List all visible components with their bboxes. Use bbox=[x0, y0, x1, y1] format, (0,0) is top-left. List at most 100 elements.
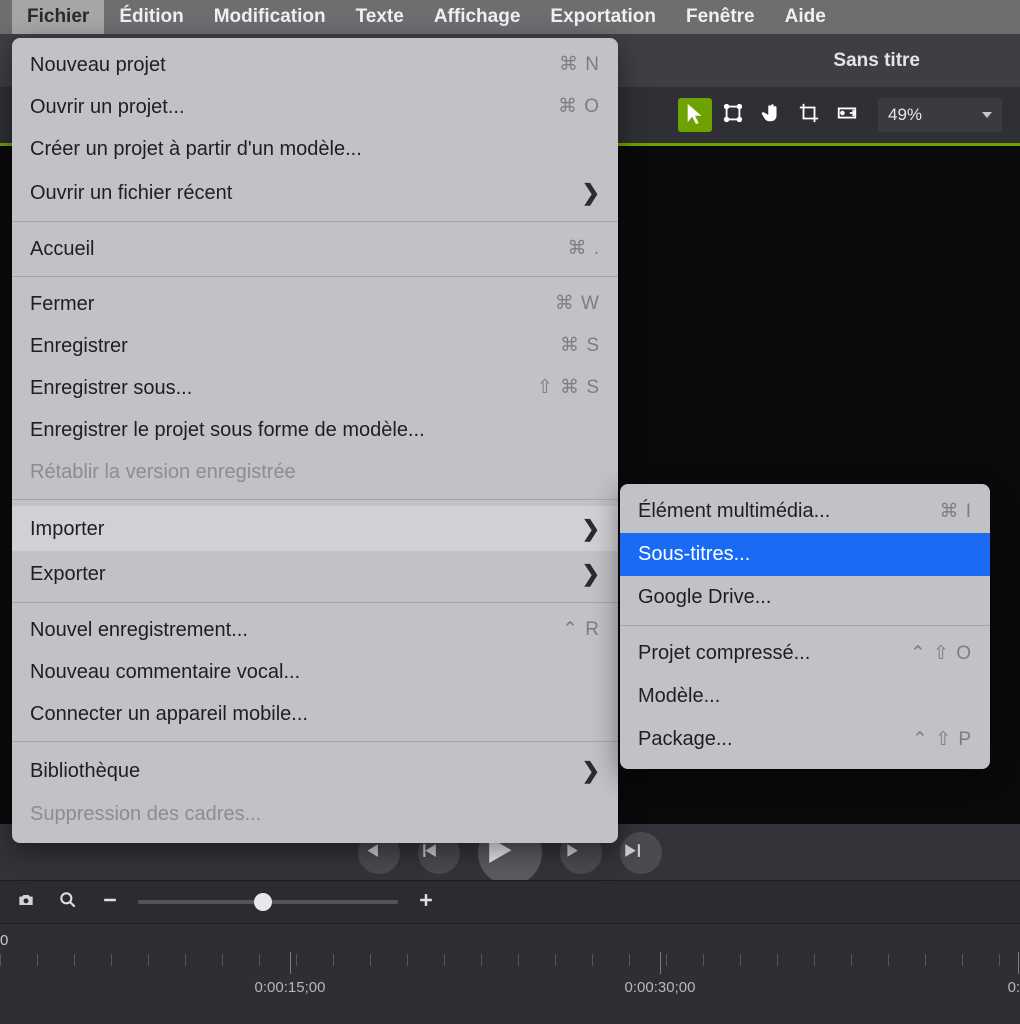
menu-item-r-tablir-la-version-enregistr-e: Rétablir la version enregistrée bbox=[12, 451, 618, 493]
menu-fenetre[interactable]: Fenêtre bbox=[671, 0, 770, 34]
camera-icon bbox=[16, 890, 36, 915]
submenu-item-label: Package... bbox=[638, 724, 733, 755]
submenu-item-l-ment-multim-dia[interactable]: Élément multimédia... ⌘ I bbox=[620, 490, 990, 533]
menu-edition[interactable]: Édition bbox=[104, 0, 198, 34]
menu-item-nouveau-projet[interactable]: Nouveau projet ⌘ N bbox=[12, 44, 618, 86]
menu-item-ouvrir-un-fichier-r-cent[interactable]: Ouvrir un fichier récent❯ bbox=[12, 170, 618, 215]
menu-item-label: Exporter bbox=[30, 559, 106, 589]
submenu-item-shortcut: ⌘ I bbox=[939, 497, 972, 526]
ruler-tick-minor bbox=[925, 954, 926, 966]
timeline-zoom-slider[interactable] bbox=[138, 900, 398, 904]
hand-icon bbox=[760, 102, 782, 129]
menu-item-enregistrer[interactable]: Enregistrer⌘ S bbox=[12, 325, 618, 367]
slider-thumb[interactable] bbox=[254, 893, 272, 911]
timeline-ruler[interactable]: 0 0:00:15;000:00:30;000:0 bbox=[0, 924, 1020, 1024]
submenu-item-label: Modèle... bbox=[638, 681, 720, 712]
bounding-box-icon bbox=[722, 102, 744, 129]
ruler-tick-minor bbox=[518, 954, 519, 966]
menu-item-nouvel-enregistrement[interactable]: Nouvel enregistrement...⌃ R bbox=[12, 609, 618, 651]
zoom-search-button[interactable] bbox=[54, 888, 82, 916]
submenu-item-mod-le[interactable]: Modèle... bbox=[620, 675, 990, 718]
menu-item-connecter-un-appareil-mobile[interactable]: Connecter un appareil mobile... bbox=[12, 693, 618, 735]
zoom-in-button[interactable] bbox=[412, 888, 440, 916]
ruler-tick-major bbox=[290, 952, 291, 974]
bounding-box-tool[interactable] bbox=[716, 98, 750, 132]
menu-affichage[interactable]: Affichage bbox=[419, 0, 536, 34]
menu-item-shortcut: ⌘ N bbox=[559, 51, 600, 80]
menu-item-enregistrer-le-projet-sous-forme-de-mod-le[interactable]: Enregistrer le projet sous forme de modè… bbox=[12, 409, 618, 451]
motion-tool[interactable] bbox=[830, 98, 864, 132]
menu-separator bbox=[620, 625, 990, 626]
menu-item-label: Nouveau projet bbox=[30, 50, 166, 80]
menu-separator bbox=[12, 276, 618, 277]
ruler-tick-minor bbox=[407, 954, 408, 966]
ruler-tick-minor bbox=[444, 954, 445, 966]
menubar: Fichier Édition Modification Texte Affic… bbox=[0, 0, 1020, 34]
ruler-tick-minor bbox=[888, 954, 889, 966]
minus-icon bbox=[100, 890, 120, 915]
ruler-tick-minor bbox=[333, 954, 334, 966]
menu-item-importer[interactable]: Importer❯ bbox=[12, 506, 618, 551]
menu-item-label: Rétablir la version enregistrée bbox=[30, 457, 296, 487]
zoom-select[interactable]: 49% bbox=[878, 98, 1002, 132]
hand-tool[interactable] bbox=[754, 98, 788, 132]
ruler-tick-minor bbox=[74, 954, 75, 966]
submenu-item-sous-titres[interactable]: Sous-titres... bbox=[620, 533, 990, 576]
menu-item-label: Ouvrir un projet... bbox=[30, 92, 185, 122]
file-menu-dropdown: Nouveau projet⌘ NOuvrir un projet...⌘ OC… bbox=[12, 38, 618, 843]
submenu-item-label: Élément multimédia... bbox=[638, 496, 830, 527]
ruler-tick-minor bbox=[296, 954, 297, 966]
menu-item-label: Nouvel enregistrement... bbox=[30, 615, 248, 645]
menu-texte[interactable]: Texte bbox=[341, 0, 419, 34]
crop-tool[interactable] bbox=[792, 98, 826, 132]
menu-item-shortcut: ⌘ S bbox=[560, 332, 600, 361]
menu-aide[interactable]: Aide bbox=[770, 0, 841, 34]
submenu-item-shortcut: ⌃ ⇧ O bbox=[910, 639, 972, 668]
submenu-item-projet-compress[interactable]: Projet compressé...⌃ ⇧ O bbox=[620, 632, 990, 675]
menu-item-exporter[interactable]: Exporter❯ bbox=[12, 551, 618, 596]
crop-icon bbox=[798, 102, 820, 129]
submenu-item-package[interactable]: Package...⌃ ⇧ P bbox=[620, 718, 990, 761]
menu-item-label: Enregistrer sous... bbox=[30, 373, 192, 403]
submenu-item-label: Google Drive... bbox=[638, 582, 771, 613]
menu-item-label: Suppression des cadres... bbox=[30, 799, 261, 829]
ruler-tick-major bbox=[660, 952, 661, 974]
menu-item-ouvrir-un-projet[interactable]: Ouvrir un projet...⌘ O bbox=[12, 86, 618, 128]
submenu-item-google-drive[interactable]: Google Drive... bbox=[620, 576, 990, 619]
ruler-tick-minor bbox=[777, 954, 778, 966]
ruler-tick-minor bbox=[0, 954, 1, 966]
menu-modification[interactable]: Modification bbox=[199, 0, 341, 34]
ruler-tick-minor bbox=[999, 954, 1000, 966]
menu-item-shortcut: ⌘ W bbox=[555, 290, 600, 319]
ruler-tick-minor bbox=[222, 954, 223, 966]
plus-icon bbox=[416, 890, 436, 915]
menu-item-cr-er-un-projet-partir-d-un-mod-le[interactable]: Créer un projet à partir d'un modèle... bbox=[12, 128, 618, 170]
chevron-right-icon: ❯ bbox=[582, 754, 600, 787]
ruler-tick-minor bbox=[740, 954, 741, 966]
dropdown-triangle-icon bbox=[982, 112, 992, 118]
timeline-toolbar bbox=[0, 880, 1020, 924]
ruler-tick-minor bbox=[555, 954, 556, 966]
camera-button[interactable] bbox=[12, 888, 40, 916]
next-clip-button[interactable] bbox=[620, 832, 662, 874]
selection-tool[interactable] bbox=[678, 98, 712, 132]
ruler-tick-minor bbox=[592, 954, 593, 966]
ruler-tick-label: 0:00:15;00 bbox=[255, 979, 326, 996]
menu-exportation[interactable]: Exportation bbox=[535, 0, 671, 34]
ruler-tick-major bbox=[1018, 952, 1019, 974]
menu-item-nouveau-commentaire-vocal[interactable]: Nouveau commentaire vocal... bbox=[12, 651, 618, 693]
menu-item-fermer[interactable]: Fermer ⌘ W bbox=[12, 283, 618, 325]
menu-fichier[interactable]: Fichier bbox=[12, 0, 104, 34]
menu-item-enregistrer-sous[interactable]: Enregistrer sous...⇧ ⌘ S bbox=[12, 367, 618, 409]
menu-item-accueil[interactable]: Accueil⌘ . bbox=[12, 228, 618, 270]
menu-item-biblioth-que[interactable]: Bibliothèque❯ bbox=[12, 748, 618, 793]
magnifier-icon bbox=[58, 890, 78, 915]
menu-item-label: Fermer bbox=[30, 289, 94, 319]
ruler-tick-minor bbox=[111, 954, 112, 966]
menu-item-label: Connecter un appareil mobile... bbox=[30, 699, 308, 729]
menu-item-label: Enregistrer le projet sous forme de modè… bbox=[30, 415, 425, 445]
document-title: Sans titre bbox=[833, 50, 920, 72]
ruler-tick-minor bbox=[962, 954, 963, 966]
zoom-out-button[interactable] bbox=[96, 888, 124, 916]
submenu-item-label: Sous-titres... bbox=[638, 539, 750, 570]
